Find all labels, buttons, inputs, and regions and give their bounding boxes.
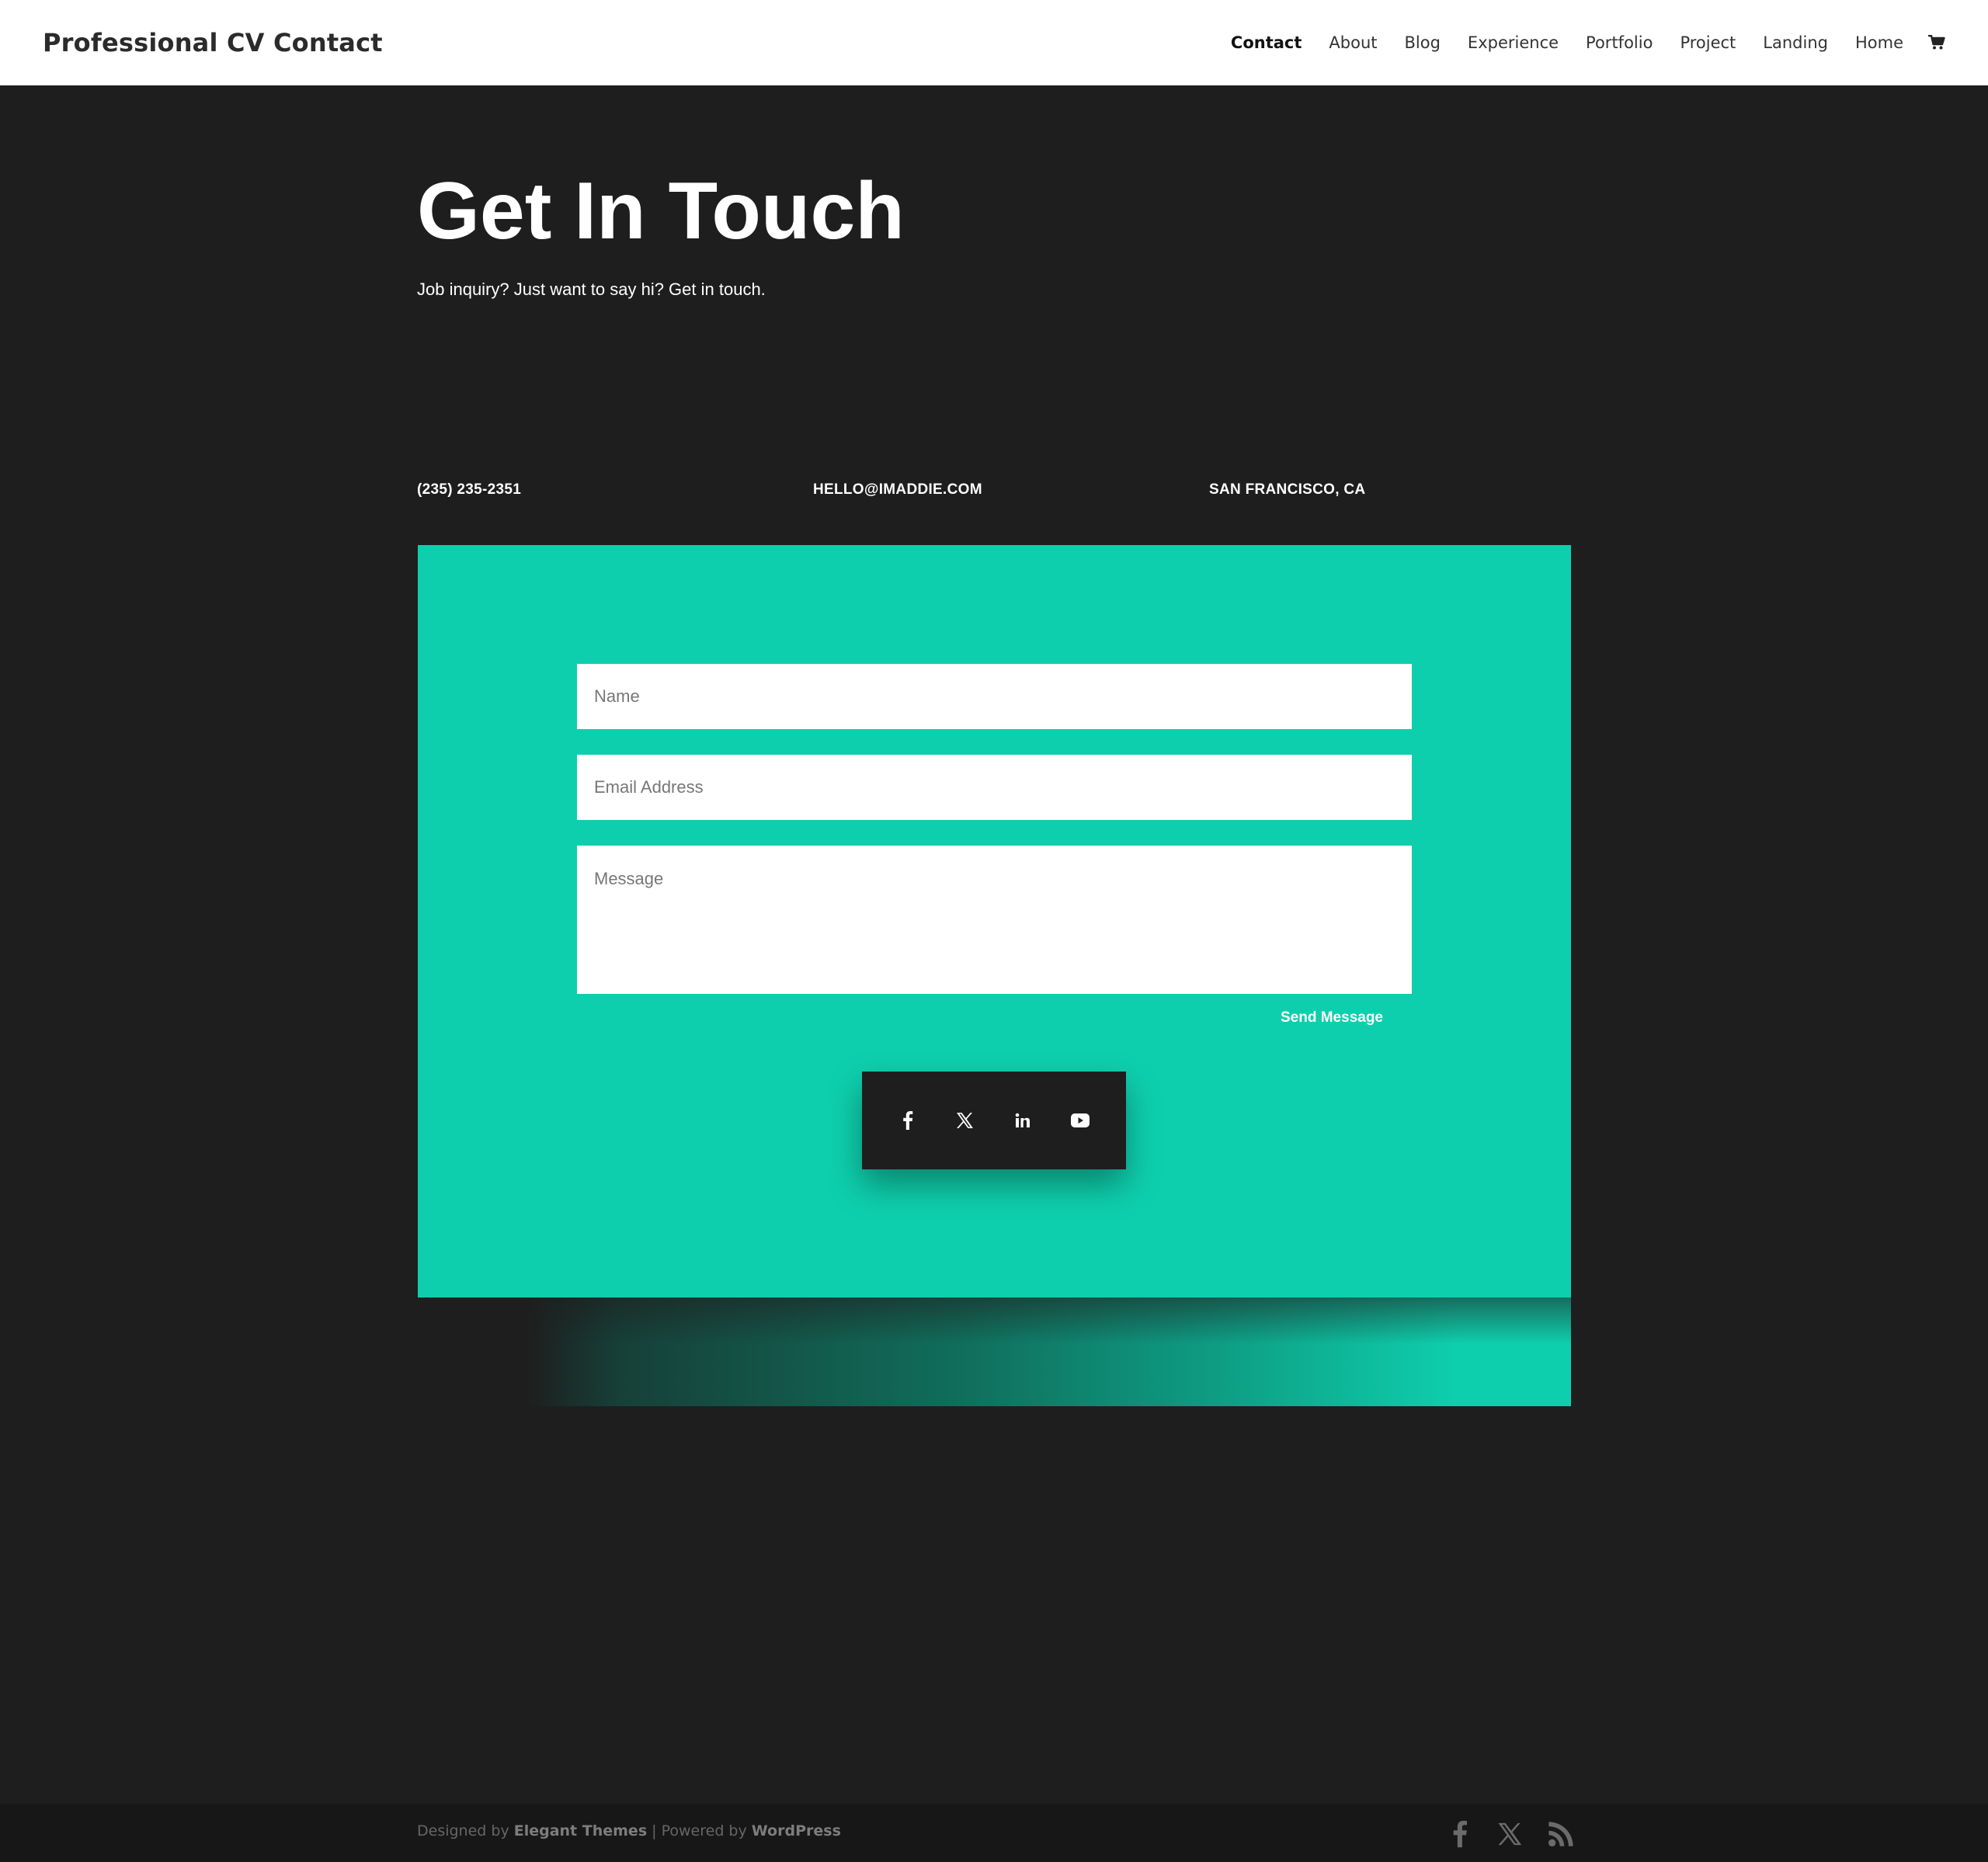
send-message-button[interactable]: Send Message	[1281, 1009, 1383, 1027]
powered-by-label: | Powered by	[647, 1822, 752, 1839]
nav-item-contact[interactable]: Contact	[1231, 33, 1302, 52]
x-icon[interactable]	[950, 1105, 981, 1136]
page-title: Get In Touch	[417, 166, 905, 256]
youtube-icon[interactable]	[1065, 1105, 1096, 1136]
footer-social-links	[1444, 1819, 1596, 1850]
page-subtitle: Job inquiry? Just want to say hi? Get in…	[417, 280, 766, 299]
message-field[interactable]	[577, 846, 1412, 994]
nav-item-blog[interactable]: Blog	[1405, 33, 1441, 52]
nav-item-project[interactable]: Project	[1680, 33, 1736, 52]
nav-item-landing[interactable]: Landing	[1763, 33, 1828, 52]
facebook-icon[interactable]	[1444, 1819, 1475, 1850]
panel-shadow	[418, 1297, 1571, 1406]
nav-item-experience[interactable]: Experience	[1468, 33, 1559, 52]
x-icon[interactable]	[1495, 1819, 1526, 1850]
social-links	[862, 1072, 1126, 1169]
wordpress-link[interactable]: WordPress	[752, 1822, 841, 1839]
linkedin-icon[interactable]	[1007, 1105, 1038, 1136]
nav-item-portfolio[interactable]: Portfolio	[1586, 33, 1653, 52]
site-title[interactable]: Professional CV Contact	[43, 28, 383, 57]
main-nav: Contact About Blog Experience Portfolio …	[1231, 33, 1945, 52]
contact-form-panel: Send Message	[418, 545, 1571, 1406]
contact-email: HELLO@IMADDIE.COM	[813, 481, 982, 498]
elegant-themes-link[interactable]: Elegant Themes	[514, 1822, 647, 1839]
site-footer: Designed by Elegant Themes | Powered by …	[0, 1804, 1988, 1862]
name-field[interactable]	[577, 664, 1412, 729]
designed-by-label: Designed by	[417, 1822, 514, 1839]
contact-location: SAN FRANCISCO, CA	[1209, 481, 1366, 498]
rss-icon[interactable]	[1545, 1819, 1576, 1850]
site-header: Professional CV Contact Contact About Bl…	[0, 0, 1988, 85]
nav-item-about[interactable]: About	[1329, 33, 1377, 52]
email-field[interactable]	[577, 755, 1412, 820]
contact-phone: (235) 235-2351	[417, 481, 522, 498]
cart-icon[interactable]	[1928, 35, 1945, 50]
nav-item-home[interactable]: Home	[1855, 33, 1903, 52]
facebook-icon[interactable]	[892, 1105, 923, 1136]
footer-credits: Designed by Elegant Themes | Powered by …	[417, 1822, 841, 1839]
